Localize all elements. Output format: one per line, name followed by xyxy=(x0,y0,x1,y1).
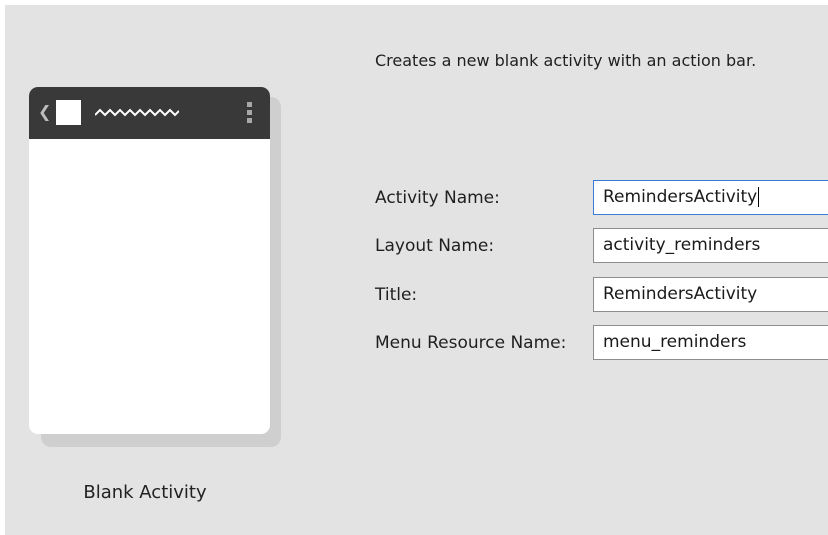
title-value: RemindersActivity xyxy=(603,284,758,304)
menu-resource-name-field[interactable]: menu_reminders xyxy=(593,325,828,360)
activity-name-field[interactable]: RemindersActivity xyxy=(593,180,828,215)
template-name: Blank Activity xyxy=(83,482,207,503)
overflow-menu-icon xyxy=(247,102,253,126)
layout-name-field[interactable]: activity_reminders xyxy=(593,228,828,263)
title-placeholder-squiggle xyxy=(95,108,179,117)
title-label: Title: xyxy=(375,285,418,305)
activity-name-value: RemindersActivity xyxy=(603,187,758,207)
back-chevron-icon: ❮ xyxy=(38,102,52,121)
text-caret xyxy=(758,187,760,207)
menu-resource-name-label: Menu Resource Name: xyxy=(375,333,567,353)
activity-name-label: Activity Name: xyxy=(375,188,500,208)
layout-name-value: activity_reminders xyxy=(603,235,761,255)
title-field[interactable]: RemindersActivity xyxy=(593,277,828,312)
preview-action-bar: ❮ xyxy=(29,87,270,139)
menu-resource-name-value: menu_reminders xyxy=(603,332,747,352)
layout-name-label: Layout Name: xyxy=(375,236,495,256)
app-icon xyxy=(56,100,81,125)
activity-preview: ❮ xyxy=(29,87,270,434)
template-description: Creates a new blank activity with an act… xyxy=(375,51,757,70)
new-activity-dialog: ❮ Blank Activity Creates a new blank act… xyxy=(5,5,828,535)
